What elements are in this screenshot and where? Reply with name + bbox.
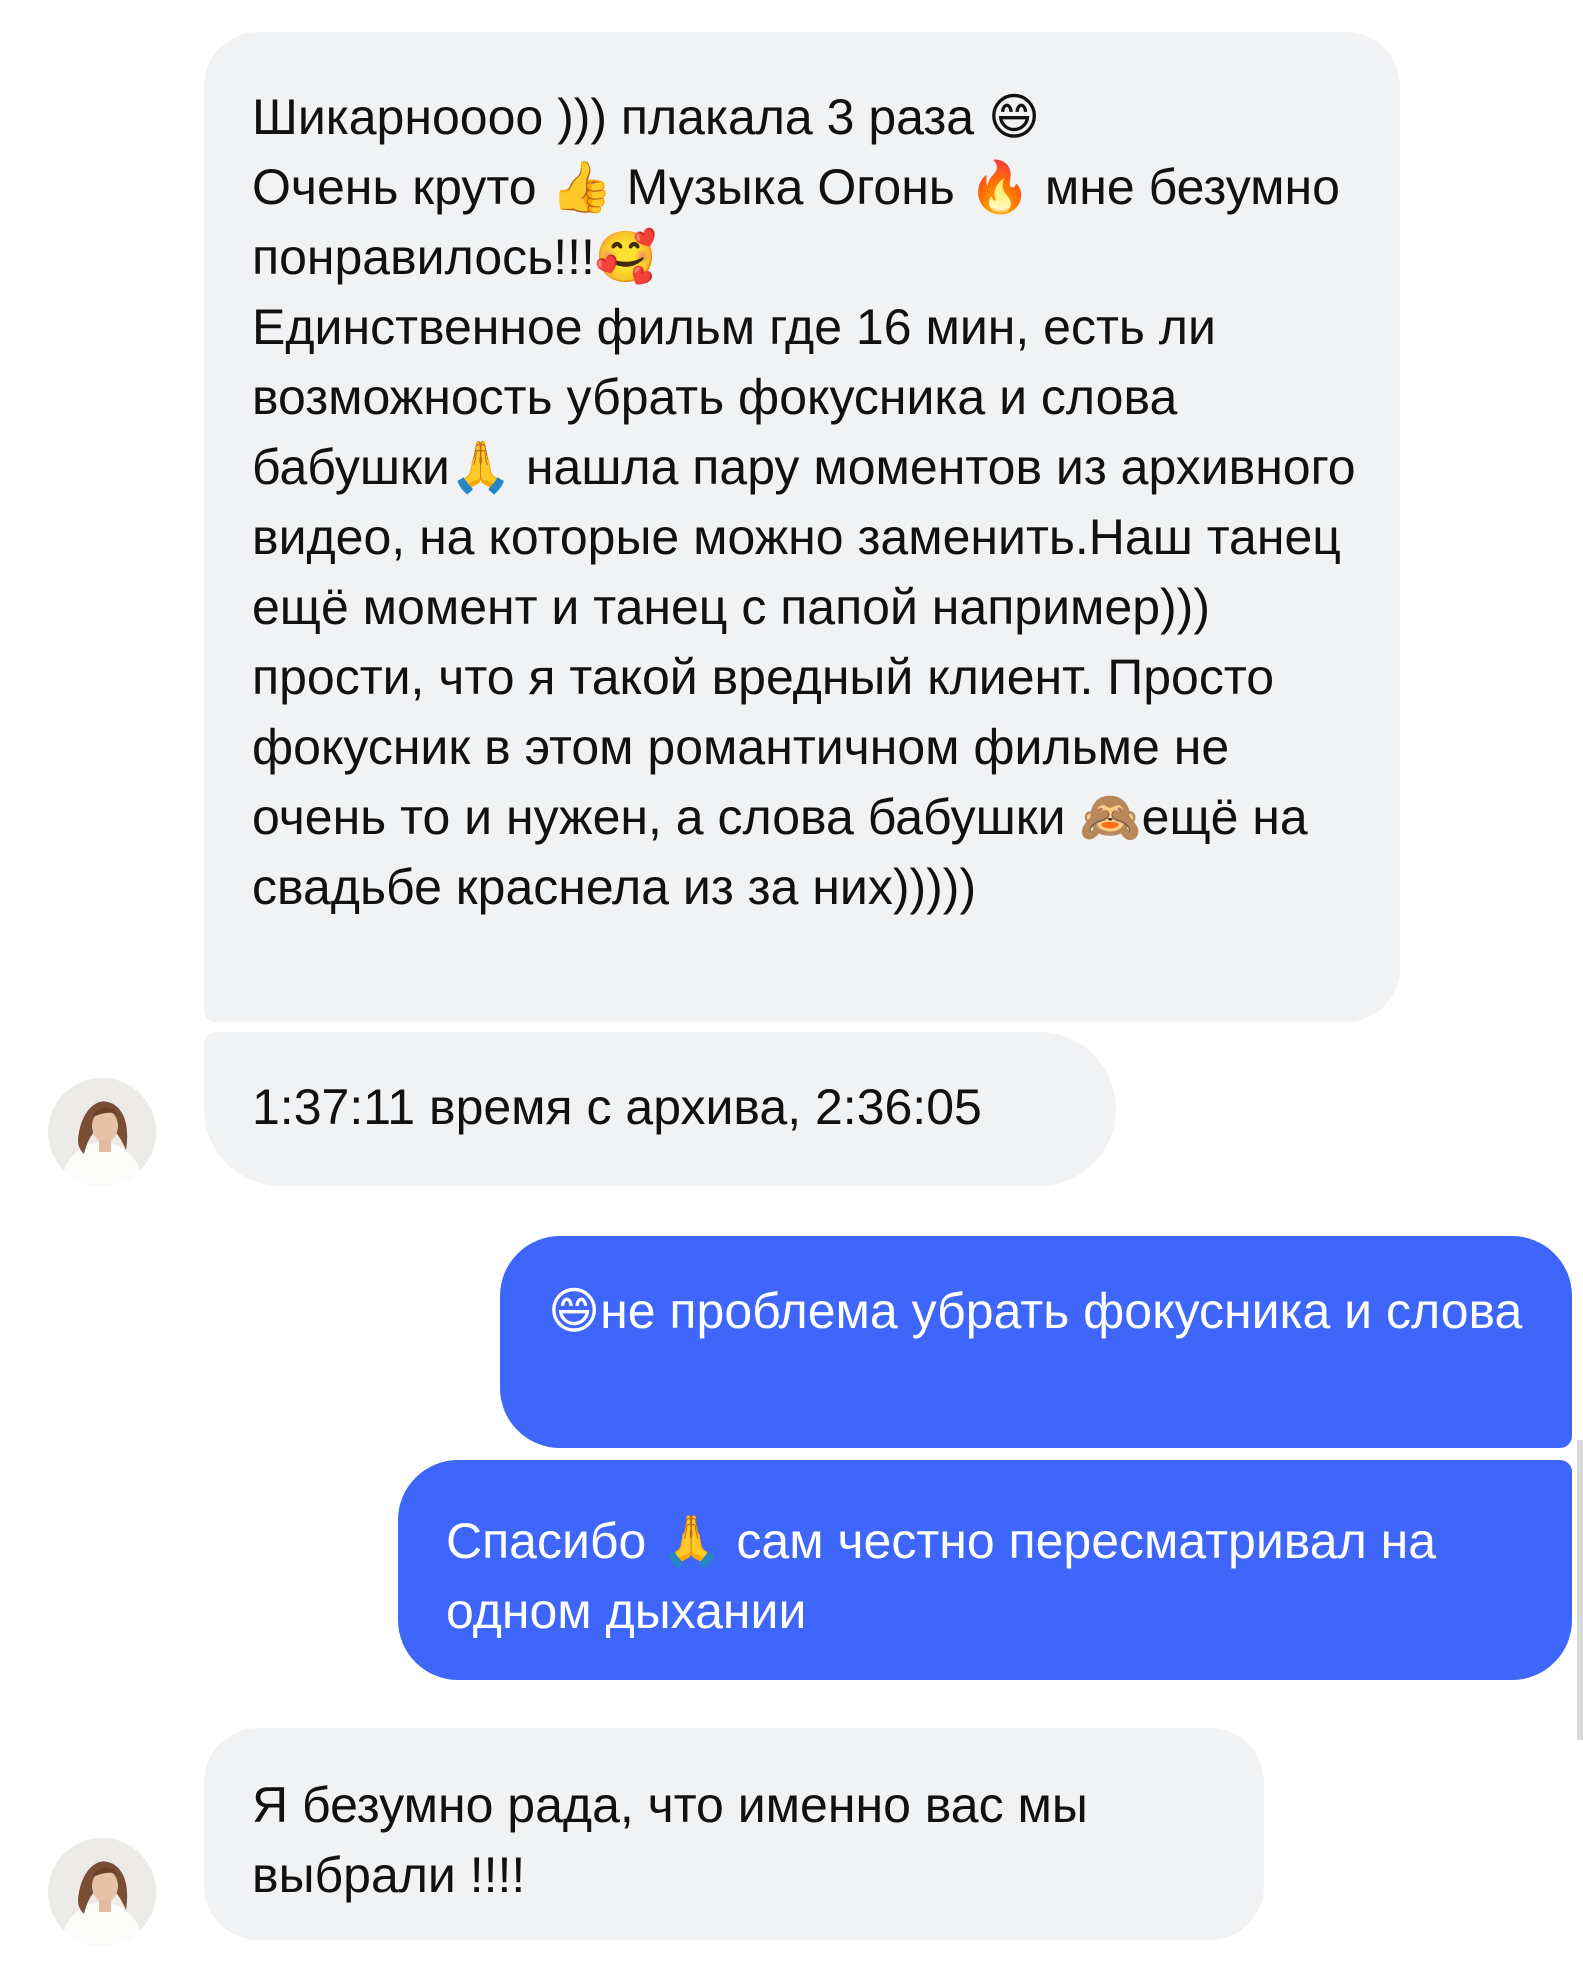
message-bubble-outgoing[interactable]: Спасибо 🙏 сам честно пересматривал на од… [398, 1460, 1572, 1680]
message-bubble-outgoing[interactable]: 😄не проблема убрать фокусника и слова [500, 1236, 1572, 1448]
avatar[interactable] [48, 1078, 156, 1186]
message-bubble-incoming[interactable]: Я безумно рада, что именно вас мы выбрал… [204, 1728, 1264, 1940]
message-bubble-incoming[interactable]: Шикарноооо ))) плакала 3 раза 😄 Очень кр… [204, 32, 1400, 1022]
user-photo-icon [48, 1838, 156, 1946]
user-photo-icon [48, 1078, 156, 1186]
avatar[interactable] [48, 1838, 156, 1946]
chat-conversation: Шикарноооо ))) плакала 3 раза 😄 Очень кр… [0, 0, 1583, 1975]
scrollbar[interactable] [1577, 1440, 1583, 1740]
message-bubble-incoming[interactable]: 1:37:11 время с архива, 2:36:05 [204, 1032, 1116, 1186]
